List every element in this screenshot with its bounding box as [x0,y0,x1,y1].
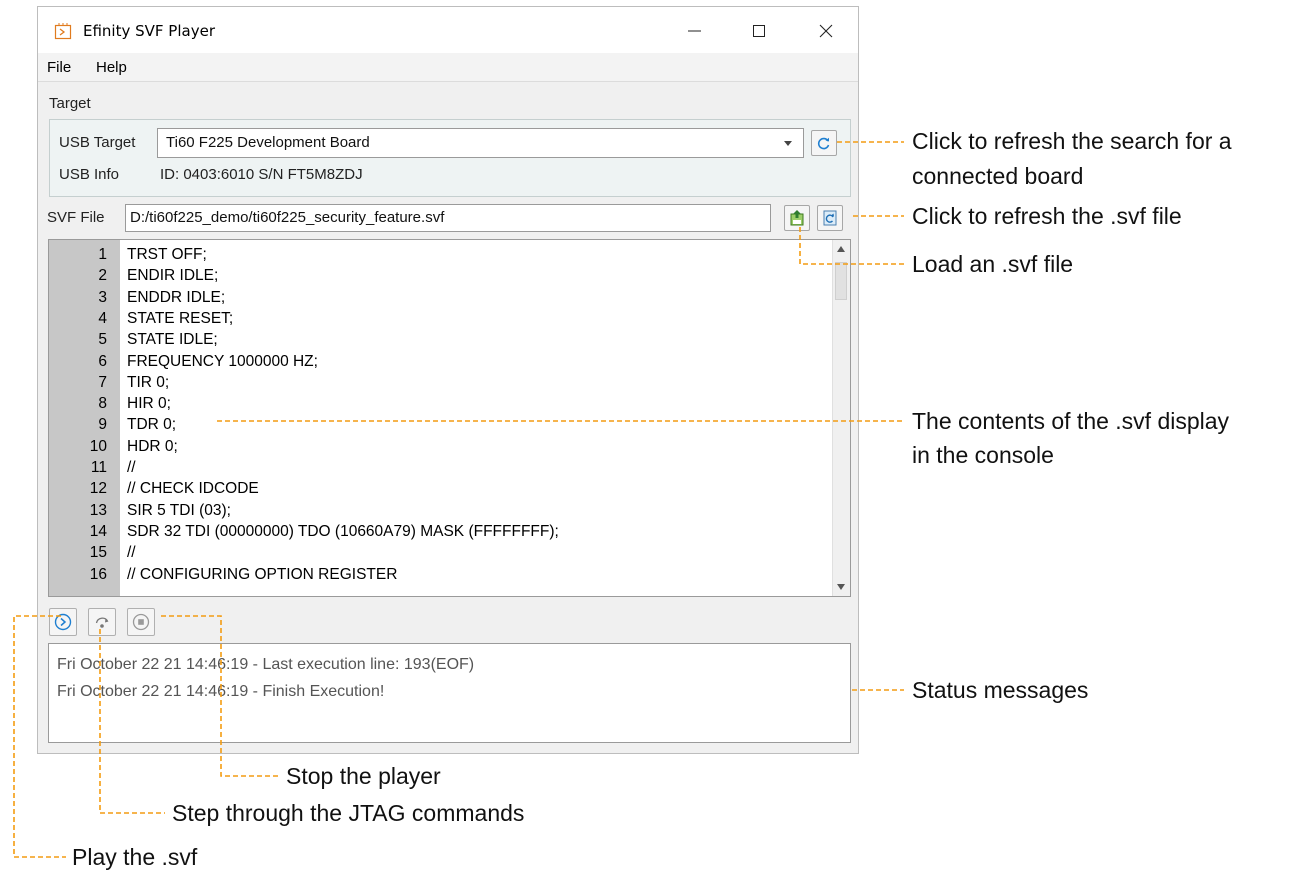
callout-console: The contents of the .svf display [912,408,1230,434]
callout-refresh-board: Click to refresh the search for a [912,128,1232,154]
callout-status: Status messages [912,677,1089,703]
callout-load-svf: Load an .svf file [912,251,1074,277]
callout-stop: Stop the player [286,763,441,789]
callout-refresh-svf: Click to refresh the .svf file [912,203,1182,229]
callout-step: Step through the JTAG commands [172,800,525,826]
callout-console: in the console [912,442,1054,468]
callout-play: Play the .svf [72,844,198,870]
callout-refresh-board: connected board [912,163,1084,189]
